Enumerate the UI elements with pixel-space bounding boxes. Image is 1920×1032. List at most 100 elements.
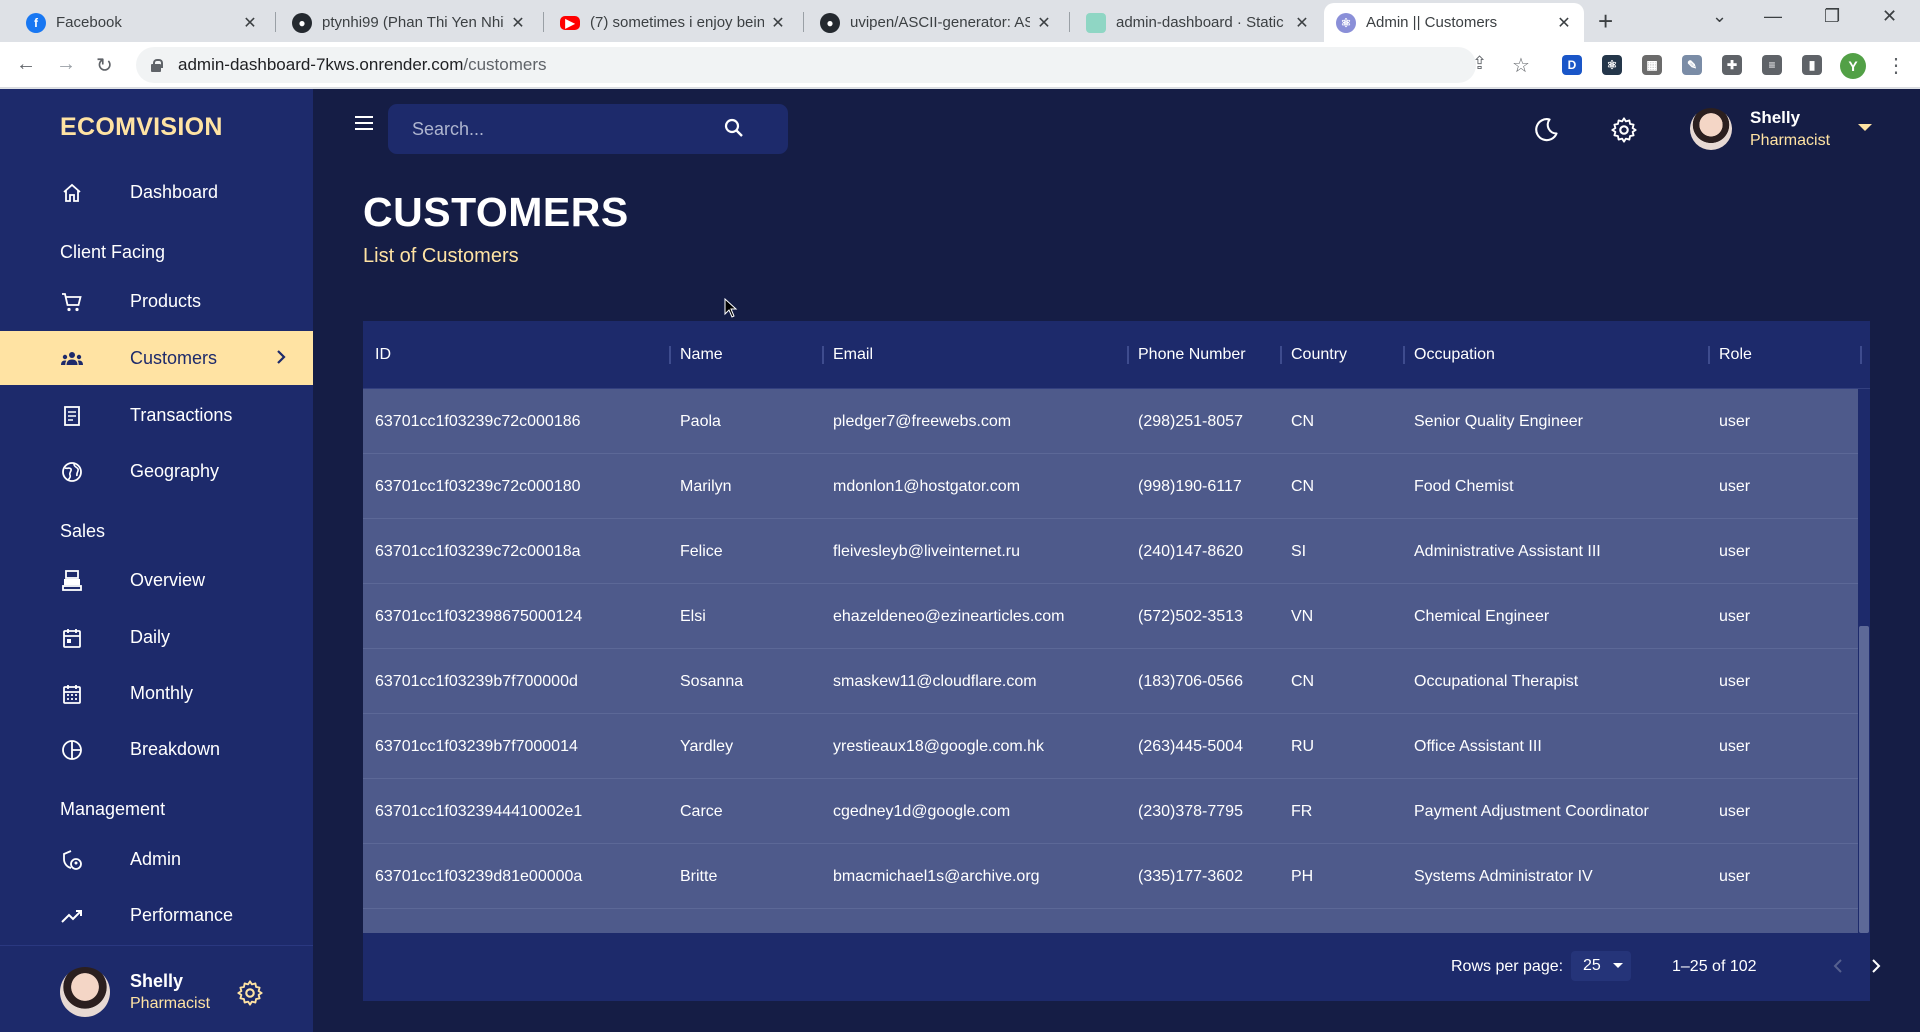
column-separator[interactable] — [1127, 346, 1129, 364]
column-separator[interactable] — [669, 346, 671, 364]
settings-gear-icon[interactable] — [236, 979, 264, 1007]
browser-tab-active[interactable]: ⚛ Admin || Customers ✕ — [1324, 3, 1584, 42]
sidebar-item-products[interactable]: Products — [0, 274, 313, 328]
point-of-sale-icon — [62, 570, 82, 591]
column-separator[interactable] — [1403, 346, 1405, 364]
grid-pagination: Rows per page: 25 1–25 of 102 — [363, 933, 1881, 1001]
browser-tab[interactable]: f Facebook ✕ — [14, 3, 270, 42]
search-icon[interactable] — [722, 116, 746, 140]
close-icon[interactable]: ✕ — [510, 13, 526, 33]
sidebar-item-label: Dashboard — [130, 181, 219, 202]
column-separator[interactable] — [1280, 346, 1282, 364]
browser-tab[interactable]: ● uvipen/ASCII-generator: AS ✕ — [808, 3, 1064, 42]
table-row[interactable]: 63701cc1f032398675000124 Elsi ehazeldene… — [363, 584, 1858, 649]
window-close-icon[interactable]: ✕ — [1882, 6, 1897, 27]
new-tab-icon[interactable]: + — [1598, 8, 1613, 34]
extension-d-icon[interactable]: D — [1562, 55, 1582, 75]
sidebar-item-daily[interactable]: Daily — [0, 610, 313, 664]
browser-tab[interactable]: ● ptynhi99 (Phan Thi Yen Nhi) ✕ — [280, 3, 538, 42]
forward-icon[interactable]: → — [56, 53, 76, 76]
sidebar-item-performance[interactable]: Performance — [0, 888, 313, 942]
cell-phone: (183)706-0566 — [1138, 672, 1243, 690]
sidebar-item-breakdown[interactable]: Breakdown — [0, 722, 313, 776]
close-icon[interactable]: ✕ — [1036, 13, 1052, 33]
user-menu-button[interactable]: Shelly Pharmacist — [1690, 106, 1880, 156]
close-icon[interactable]: ✕ — [1294, 13, 1310, 33]
rows-per-page-value: 25 — [1583, 957, 1601, 974]
dark-mode-moon-icon[interactable] — [1532, 116, 1560, 144]
sidebar-item-label: Performance — [130, 904, 234, 925]
search-input[interactable] — [412, 116, 712, 142]
table-row[interactable]: 63701cc1f03239c72c000186 Paola pledger7@… — [363, 389, 1858, 454]
menu-hamburger-icon[interactable] — [352, 111, 376, 135]
reading-list-icon[interactable]: ≡ — [1762, 55, 1782, 75]
sidebar-user-name: Shelly — [130, 971, 184, 991]
browser-profile-avatar[interactable]: Y — [1840, 53, 1866, 79]
arrow-drop-down-icon — [1858, 124, 1872, 131]
sidebar-item-customers[interactable]: Customers — [0, 331, 313, 385]
cell-role: user — [1719, 737, 1751, 755]
reload-icon[interactable]: ↻ — [96, 53, 113, 78]
browser-menu-icon[interactable]: ⋮ — [1886, 53, 1906, 78]
column-separator[interactable] — [1708, 346, 1710, 364]
sidebar-item-dashboard[interactable]: Dashboard — [0, 165, 313, 219]
sidebar-item-geography[interactable]: Geography — [0, 444, 313, 498]
close-icon[interactable]: ✕ — [770, 13, 786, 33]
table-row[interactable]: 63701cc1f03239d81e00000a Britte bmacmich… — [363, 844, 1858, 909]
url-path: /customers — [463, 55, 547, 74]
customers-data-grid: ID Name Email Phone Number Country Occup… — [363, 321, 1881, 1001]
extension-pen-icon[interactable]: ✎ — [1682, 55, 1702, 75]
next-page-icon[interactable] — [1867, 955, 1885, 977]
sidebar-user-role: Pharmacist — [130, 995, 211, 1012]
table-row[interactable]: 63701cc1f03239b7f7000014 Yardley yrestie… — [363, 714, 1858, 779]
restore-icon[interactable]: ❐ — [1824, 6, 1840, 27]
back-icon[interactable]: ← — [16, 53, 36, 76]
table-row[interactable]: 63701cc1f0323944410002e1 Carce cgedney1d… — [363, 779, 1858, 844]
rows-per-page-select[interactable]: 25 — [1571, 951, 1631, 981]
cell-role: user — [1719, 672, 1751, 690]
sidebar-item-monthly[interactable]: Monthly — [0, 666, 313, 720]
bookmark-star-icon[interactable]: ☆ — [1512, 53, 1530, 78]
cell-name: Sosanna — [680, 672, 744, 690]
sidebar-item-label: Geography — [130, 460, 220, 481]
column-header-phone[interactable]: Phone Number — [1138, 321, 1246, 389]
scrollbar-thumb[interactable] — [1859, 626, 1869, 933]
previous-page-icon[interactable] — [1829, 955, 1847, 977]
column-separator[interactable] — [822, 346, 824, 364]
close-icon[interactable]: ✕ — [242, 13, 258, 33]
cell-occupation: Senior Quality Engineer — [1414, 412, 1583, 430]
settings-gear-icon[interactable] — [1610, 116, 1638, 144]
cell-role: user — [1719, 867, 1751, 885]
cell-phone: (263)445-5004 — [1138, 737, 1243, 755]
side-panel-icon[interactable]: ▮ — [1802, 55, 1822, 75]
close-icon[interactable]: ✕ — [1556, 13, 1572, 33]
extensions-puzzle-icon[interactable]: ✚ — [1722, 55, 1742, 75]
url-field[interactable]: admin-dashboard-7kws.onrender.com/custom… — [136, 47, 1476, 83]
sidebar-item-transactions[interactable]: Transactions — [0, 388, 313, 442]
cell-occupation: Office Assistant III — [1414, 737, 1542, 755]
browser-tab[interactable]: ▶ (7) sometimes i enjoy being ✕ — [548, 3, 798, 42]
column-header-email[interactable]: Email — [833, 321, 873, 389]
column-header-name[interactable]: Name — [680, 321, 723, 389]
table-row[interactable]: 63701cc1f03239c72c00018a Felice fleivesl… — [363, 519, 1858, 584]
cell-name: Felice — [680, 542, 723, 560]
share-icon[interactable]: ⇪ — [1472, 53, 1487, 74]
section-sales: Sales — [60, 521, 106, 541]
avatar — [60, 967, 110, 1017]
column-header-occupation[interactable]: Occupation — [1414, 321, 1495, 389]
column-header-role[interactable]: Role — [1719, 321, 1752, 389]
cell-role: user — [1719, 477, 1751, 495]
column-header-id[interactable]: ID — [375, 321, 391, 389]
tab-search-icon[interactable]: ⌄ — [1712, 6, 1727, 27]
column-separator[interactable] — [1860, 346, 1862, 364]
minimize-icon[interactable]: — — [1764, 6, 1782, 27]
pagination-range: 1–25 of 102 — [1672, 958, 1757, 975]
react-devtools-icon[interactable]: ⚛ — [1602, 55, 1622, 75]
table-row[interactable]: 63701cc1f03239b7f700000d Sosanna smaskew… — [363, 649, 1858, 714]
table-row[interactable]: 63701cc1f03239c72c000180 Marilyn mdonlon… — [363, 454, 1858, 519]
sidebar-item-admin[interactable]: Admin — [0, 832, 313, 886]
extension-icon[interactable]: ▦ — [1642, 55, 1662, 75]
column-header-country[interactable]: Country — [1291, 321, 1347, 389]
sidebar-item-overview[interactable]: Overview — [0, 553, 313, 607]
browser-tab[interactable]: admin-dashboard · Static S ✕ — [1074, 3, 1322, 42]
